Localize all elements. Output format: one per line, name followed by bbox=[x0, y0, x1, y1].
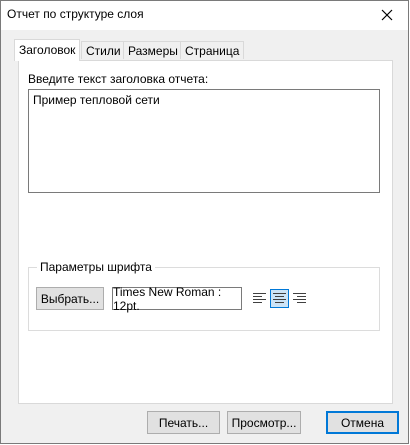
choose-font-button[interactable]: Выбрать... bbox=[36, 287, 104, 310]
font-display-value: Times New Roman : 12pt. bbox=[113, 284, 222, 313]
dialog-body: Заголовок Стили Размеры Страница Введите… bbox=[1, 30, 408, 443]
window-title: Отчет по структуре слоя bbox=[7, 7, 144, 21]
align-center-icon bbox=[273, 293, 286, 303]
report-dialog: Отчет по структуре слоя Заголовок Стили … bbox=[0, 0, 409, 444]
tab-page-label: Страница bbox=[185, 44, 240, 58]
preview-button[interactable]: Просмотр... bbox=[227, 411, 301, 434]
align-left-icon bbox=[253, 293, 266, 303]
print-button-label: Печать... bbox=[158, 415, 209, 430]
align-left-button[interactable] bbox=[250, 289, 269, 308]
font-settings-legend: Параметры шрифта bbox=[37, 260, 155, 274]
header-text-prompt: Введите текст заголовка отчета: bbox=[28, 72, 209, 86]
print-button[interactable]: Печать... bbox=[147, 411, 220, 434]
align-right-button[interactable] bbox=[290, 289, 309, 308]
tab-header-label: Заголовок bbox=[19, 43, 76, 57]
tab-panel-header: Введите текст заголовка отчета: Пример т… bbox=[18, 60, 393, 404]
align-right-icon bbox=[293, 293, 306, 303]
title-bar: Отчет по структуре слоя bbox=[1, 1, 408, 30]
tab-styles-label: Стили bbox=[86, 44, 121, 58]
close-button[interactable] bbox=[372, 3, 402, 27]
tab-page[interactable]: Страница bbox=[180, 41, 245, 59]
align-center-button[interactable] bbox=[270, 289, 289, 308]
font-display-field: Times New Roman : 12pt. bbox=[112, 284, 242, 313]
close-icon bbox=[381, 9, 393, 21]
font-settings-group: Параметры шрифта Выбрать... Times New Ro… bbox=[28, 260, 380, 331]
tab-header[interactable]: Заголовок bbox=[14, 39, 81, 61]
tab-sizes[interactable]: Размеры bbox=[123, 41, 183, 59]
cancel-button-label: Отмена bbox=[340, 415, 385, 430]
header-text-input[interactable]: Пример тепловой сети bbox=[28, 89, 380, 193]
choose-font-label: Выбрать... bbox=[40, 291, 100, 306]
preview-button-label: Просмотр... bbox=[231, 415, 297, 430]
tab-styles[interactable]: Стили bbox=[81, 41, 126, 59]
cancel-button[interactable]: Отмена bbox=[326, 411, 399, 434]
tab-sizes-label: Размеры bbox=[128, 44, 178, 58]
